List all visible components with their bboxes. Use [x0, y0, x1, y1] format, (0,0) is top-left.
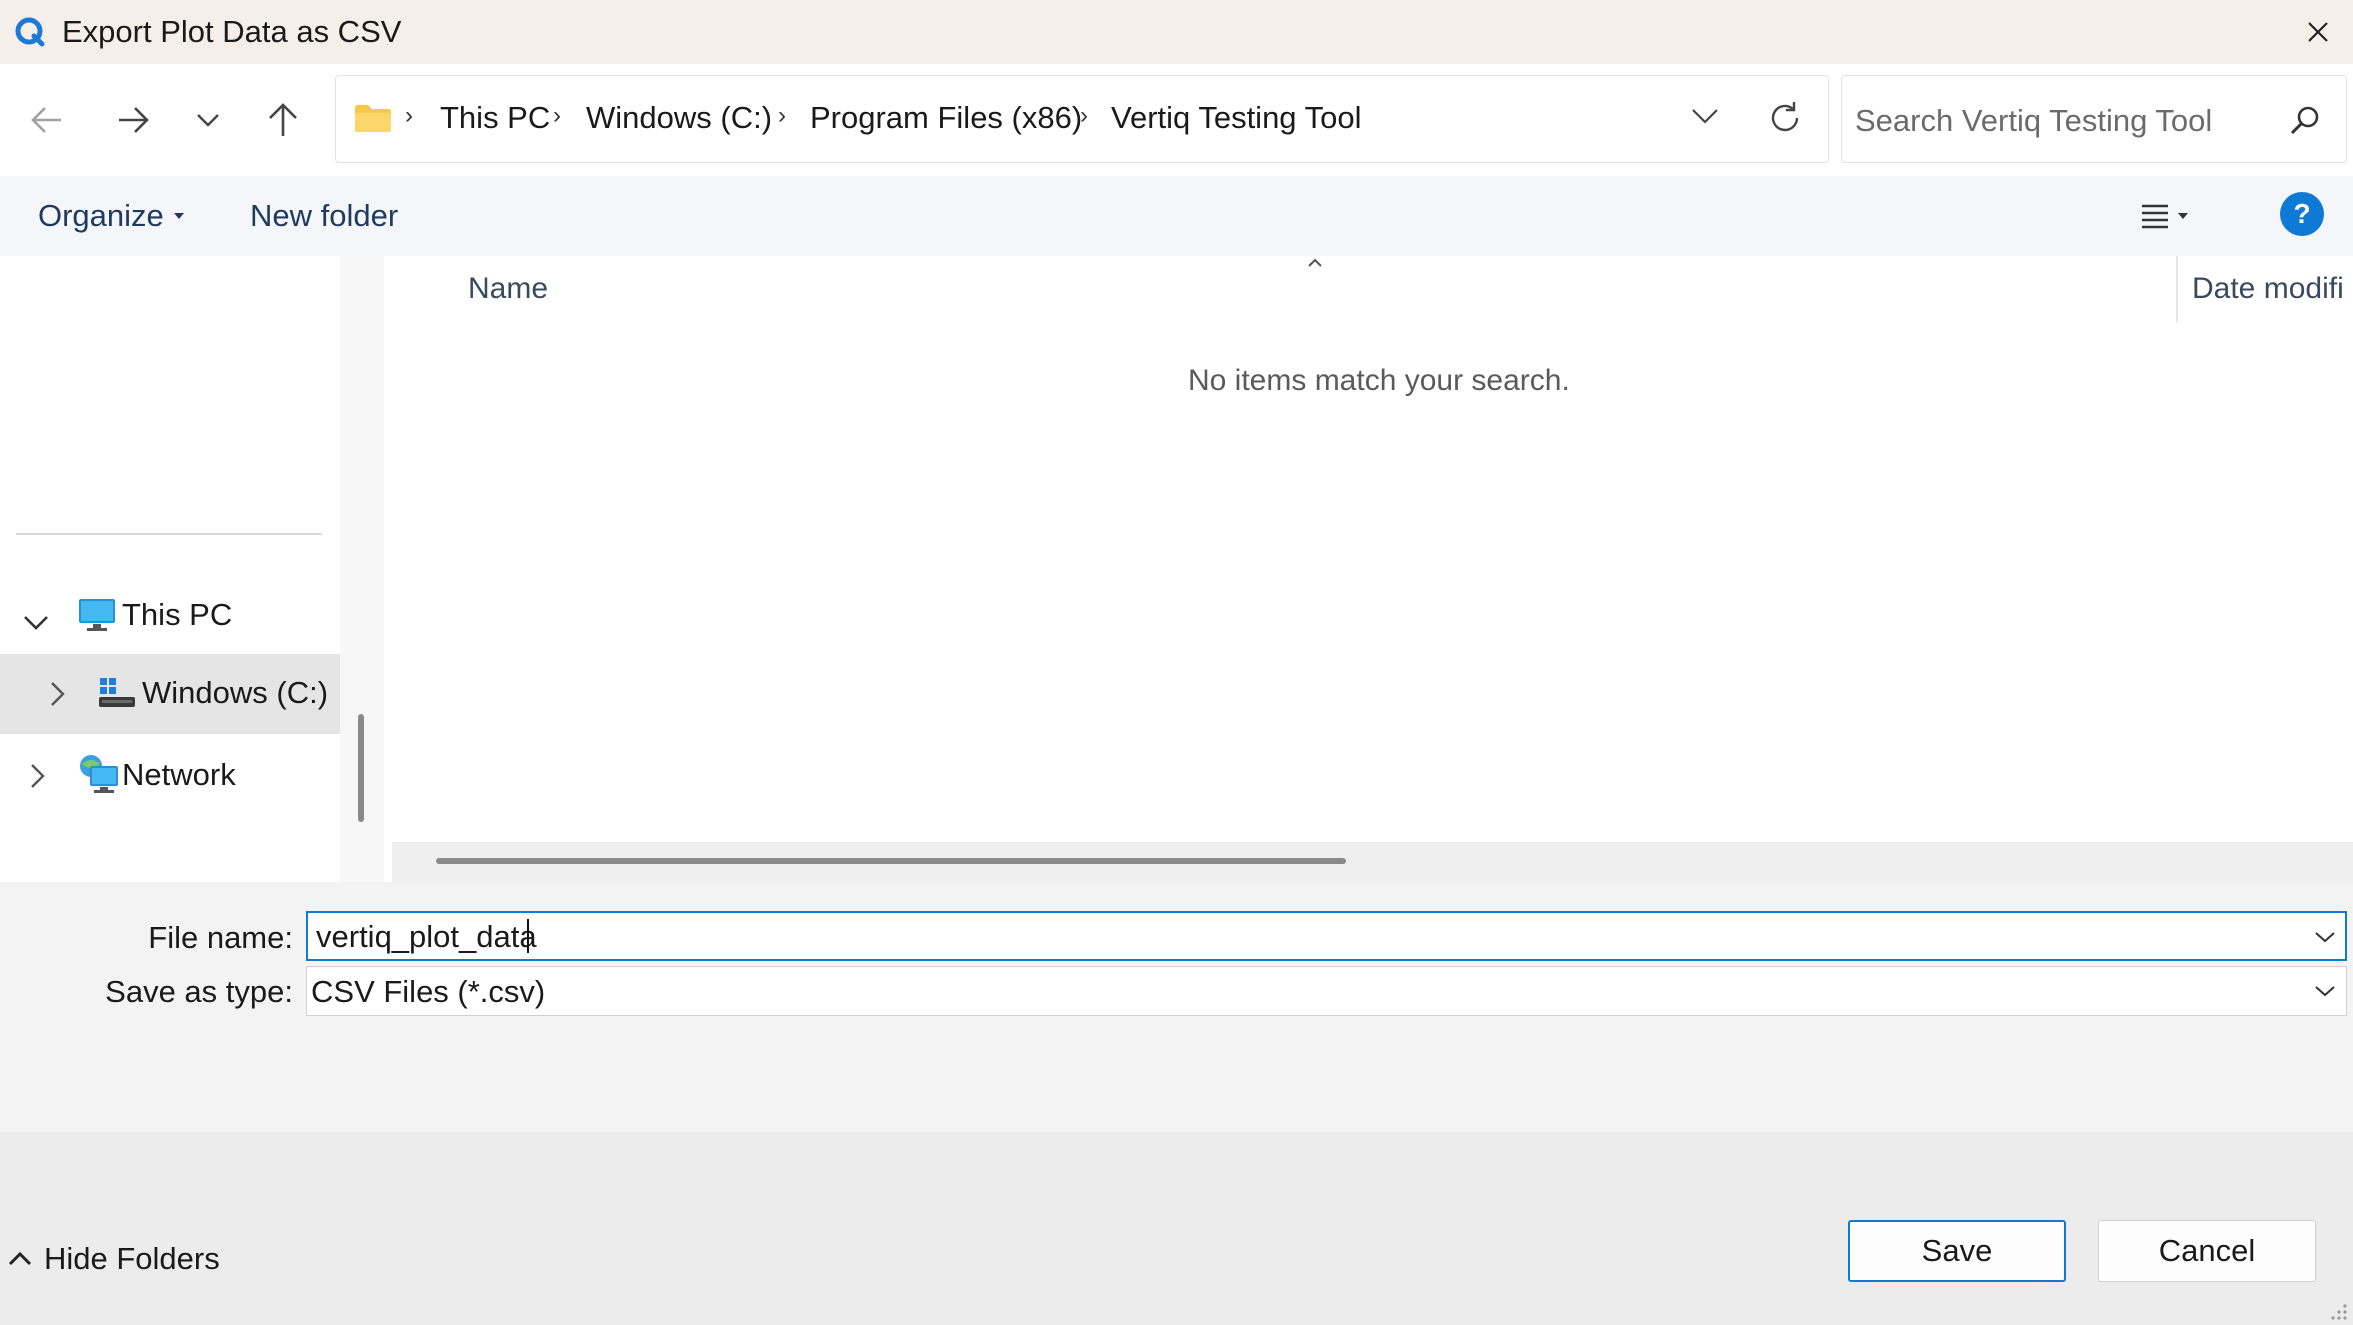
chevron-up-icon — [8, 1251, 32, 1266]
resize-grip-icon[interactable] — [2327, 1300, 2349, 1322]
search-icon[interactable] — [2285, 100, 2325, 140]
network-icon — [78, 754, 120, 802]
close-icon — [2308, 22, 2328, 42]
breadcrumb-separator-icon: › — [778, 102, 786, 129]
view-options-button[interactable] — [2140, 190, 2220, 242]
save-as-type-select[interactable] — [306, 966, 2347, 1016]
breadcrumb-separator-icon: › — [405, 102, 413, 129]
file-name-value[interactable]: vertiq_plot_data — [316, 919, 537, 955]
refresh-icon — [1771, 102, 1799, 132]
new-folder-button[interactable]: New folder — [234, 190, 414, 242]
sidebar-item-network[interactable]: Network — [0, 736, 340, 816]
sidebar-item-label: Network — [122, 757, 236, 792]
list-view-icon — [2142, 204, 2168, 229]
sidebar-item-windows-c[interactable]: Windows (C:) — [0, 654, 340, 734]
breadcrumb-separator-icon: › — [553, 102, 561, 129]
monitor-icon — [78, 598, 116, 640]
recent-locations-button[interactable] — [177, 89, 239, 151]
caret-down-icon — [2178, 213, 2188, 219]
organize-label: Organize — [38, 198, 164, 233]
sidebar-item-label: This PC — [122, 597, 233, 632]
file-list — [384, 256, 2353, 882]
hide-folders-button[interactable]: Hide Folders — [8, 1234, 220, 1284]
save-as-type-value[interactable]: CSV Files (*.csv) — [311, 974, 545, 1010]
breadcrumb-program-files[interactable]: Program Files (x86) — [810, 100, 1082, 136]
breadcrumb-vertiq-testing-tool[interactable]: Vertiq Testing Tool — [1111, 100, 1361, 136]
breadcrumb-windows-c[interactable]: Windows (C:) — [586, 100, 772, 136]
horizontal-scrollbar-thumb[interactable] — [436, 858, 1346, 864]
save-as-type-dropdown-button[interactable] — [2305, 972, 2345, 1010]
arrow-up-icon — [269, 103, 297, 136]
search-placeholder: Search Vertiq Testing Tool — [1855, 103, 2213, 138]
column-header-name[interactable]: Name — [468, 272, 548, 306]
caret-down-icon — [173, 213, 184, 219]
up-button[interactable] — [252, 89, 314, 151]
save-as-type-label: Save as type: — [105, 974, 293, 1009]
file-name-input[interactable] — [306, 911, 2347, 961]
help-button[interactable]: ? — [2280, 192, 2324, 236]
empty-state-message: No items match your search. — [1188, 364, 1570, 397]
sidebar-item-this-pc[interactable]: This PC — [0, 576, 340, 656]
hide-folders-label: Hide Folders — [44, 1241, 220, 1276]
breadcrumb-this-pc[interactable]: This PC — [440, 100, 550, 136]
save-button[interactable]: Save — [1848, 1220, 2066, 1282]
column-header-date-modified[interactable]: Date modifi — [2192, 272, 2344, 306]
chevron-down-icon[interactable] — [22, 604, 50, 640]
arrow-left-icon — [31, 107, 61, 133]
forward-button[interactable] — [102, 89, 164, 151]
chevron-down-icon — [197, 114, 219, 127]
close-button[interactable] — [2290, 8, 2346, 56]
cancel-button[interactable]: Cancel — [2098, 1220, 2316, 1282]
column-divider[interactable] — [2176, 256, 2178, 322]
file-name-label: File name: — [148, 920, 293, 955]
text-cursor — [527, 919, 529, 953]
file-name-dropdown-button[interactable] — [2305, 918, 2345, 956]
folder-icon — [353, 102, 393, 139]
chevron-right-icon[interactable] — [28, 762, 46, 798]
chevron-right-icon[interactable] — [48, 680, 66, 716]
sort-ascending-icon — [1305, 252, 1325, 272]
drive-icon — [98, 676, 136, 718]
back-button[interactable] — [16, 89, 78, 151]
nav-scrollbar-thumb[interactable] — [358, 714, 364, 822]
address-dropdown-button[interactable] — [1683, 94, 1727, 138]
chevron-down-icon — [1692, 109, 1718, 124]
nav-divider — [16, 533, 322, 535]
chevron-down-icon — [2315, 932, 2335, 943]
breadcrumb-separator-icon: › — [1080, 102, 1088, 129]
q-logo-icon — [12, 14, 48, 50]
refresh-button[interactable] — [1760, 94, 1810, 142]
sidebar-item-label: Windows (C:) — [142, 675, 329, 710]
arrow-right-icon — [119, 107, 149, 133]
window-title: Export Plot Data as CSV — [62, 14, 402, 49]
chevron-down-icon — [2315, 986, 2335, 997]
organize-button[interactable]: Organize — [22, 190, 200, 242]
